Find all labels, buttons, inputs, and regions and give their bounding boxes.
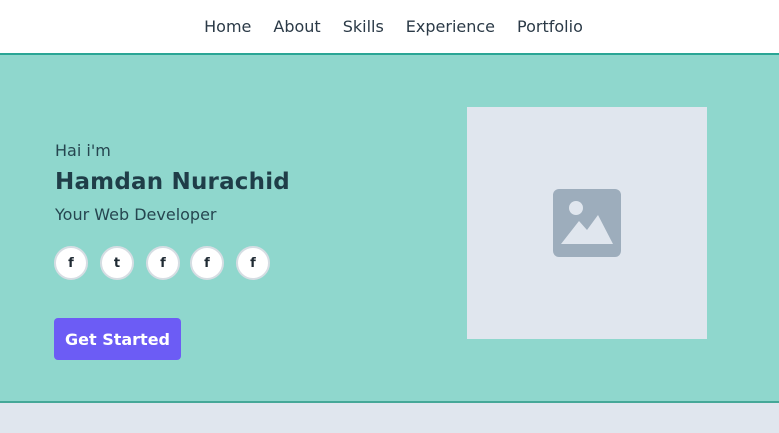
- facebook-icon[interactable]: f: [146, 246, 180, 280]
- facebook-icon[interactable]: f: [190, 246, 224, 280]
- get-started-button[interactable]: Get Started: [54, 318, 181, 360]
- hero-role: Your Web Developer: [55, 205, 217, 224]
- facebook-icon[interactable]: f: [54, 246, 88, 280]
- nav-link-experience[interactable]: Experience: [406, 17, 495, 36]
- facebook-icon[interactable]: f: [236, 246, 270, 280]
- image-placeholder-icon: [553, 189, 621, 257]
- next-section-strip: [0, 403, 779, 433]
- hero-greeting: Hai i'm: [55, 141, 111, 160]
- nav-link-about[interactable]: About: [273, 17, 320, 36]
- nav-link-skills[interactable]: Skills: [343, 17, 384, 36]
- nav-link-home[interactable]: Home: [204, 17, 251, 36]
- twitter-icon[interactable]: t: [100, 246, 134, 280]
- top-navigation: Home About Skills Experience Portfolio: [0, 0, 779, 55]
- hero-name: Hamdan Nurachid: [55, 169, 290, 195]
- hero-section: Hai i'm Hamdan Nurachid Your Web Develop…: [0, 55, 779, 403]
- social-links: f t f f f: [54, 246, 270, 280]
- hero-image-placeholder: [467, 107, 707, 339]
- nav-link-portfolio[interactable]: Portfolio: [517, 17, 583, 36]
- nav-links: Home About Skills Experience Portfolio: [204, 17, 583, 36]
